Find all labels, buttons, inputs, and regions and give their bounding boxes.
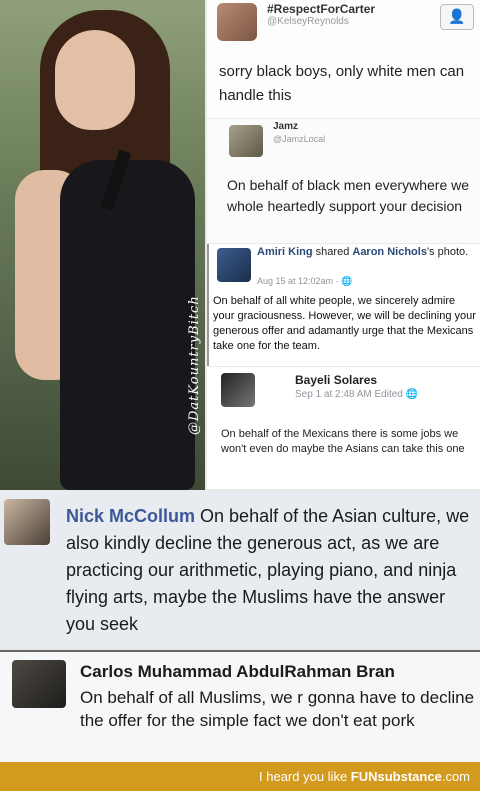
- post-action-text: shared: [312, 246, 353, 258]
- follow-person-icon: 👤: [448, 8, 466, 24]
- avatar[interactable]: [229, 125, 263, 157]
- timestamp-text: Aug 15 at 12:02am ·: [257, 276, 342, 286]
- tweet-author-handle[interactable]: @KelseyReynolds: [267, 16, 349, 27]
- photo-panel: @DatKountryBitch: [0, 0, 205, 490]
- fb-post-bayeli: Bayeli Solares Sep 1 at 2:48 AM Edited 🌐…: [207, 367, 480, 489]
- comment-text: On behalf of all Muslims, we r gonna hav…: [80, 688, 475, 730]
- post-text: On behalf of all white people, we sincer…: [213, 295, 476, 352]
- post-header: Amiri King shared Aaron Nichols's photo.: [257, 246, 477, 259]
- tweet-author-handle[interactable]: @JamzLocal: [273, 134, 325, 144]
- photo-face: [55, 30, 135, 130]
- avatar[interactable]: [4, 499, 50, 545]
- tweet-text: On behalf of black men everywhere we who…: [227, 177, 470, 214]
- tweet-author-name[interactable]: #RespectForCarter: [267, 2, 375, 16]
- post-author-link[interactable]: Bayeli Solares: [295, 373, 377, 387]
- post-timestamp[interactable]: Sep 1 at 2:48 AM Edited 🌐: [295, 389, 418, 400]
- fb-post-amiri: Amiri King shared Aaron Nichols's photo.…: [207, 244, 480, 366]
- footer-banner[interactable]: I heard you like FUNsubstance.com: [0, 762, 480, 791]
- footer-suffix: .com: [441, 769, 470, 784]
- tweet-text: sorry black boys, only white men can han…: [219, 63, 465, 104]
- globe-icon: 🌐: [405, 389, 419, 400]
- footer-prefix: I heard you like: [259, 769, 351, 784]
- shared-from-link[interactable]: Aaron Nichols: [352, 246, 427, 258]
- comment-nick: Nick McCollum On behalf of the Asian cul…: [0, 491, 480, 649]
- follow-button[interactable]: 👤: [440, 4, 474, 30]
- tweet-author-name[interactable]: Jamz: [273, 121, 298, 132]
- avatar[interactable]: [12, 660, 66, 708]
- tweet-jamz: Jamz @JamzLocal On behalf of black men e…: [207, 119, 480, 243]
- globe-icon: 🌐: [341, 276, 353, 286]
- comment-body: Nick McCollum On behalf of the Asian cul…: [66, 503, 476, 638]
- tweet-kelsey: #RespectForCarter @KelseyReynolds 👤 sorr…: [207, 0, 480, 118]
- comment-carlos: Carlos Muhammad AbdulRahman Bran On beha…: [0, 650, 480, 762]
- post-text: On behalf of the Mexicans there is some …: [221, 428, 465, 455]
- post-timestamp[interactable]: Aug 15 at 12:02am · 🌐: [257, 276, 352, 287]
- post-action-suffix: 's photo.: [426, 246, 469, 258]
- post-author-link[interactable]: Amiri King: [257, 246, 313, 258]
- comment-author-link[interactable]: Carlos Muhammad AbdulRahman Bran: [80, 662, 395, 682]
- timestamp-text: Sep 1 at 2:48 AM Edited: [295, 389, 403, 400]
- avatar[interactable]: [221, 373, 255, 407]
- watermark-text: @DatKountryBitch: [187, 295, 202, 435]
- comment-author-link[interactable]: Nick McCollum: [66, 506, 195, 526]
- footer-brand: FUNsubstance: [350, 769, 442, 784]
- avatar[interactable]: [217, 3, 257, 41]
- avatar[interactable]: [217, 248, 251, 282]
- photo-body: [60, 160, 195, 490]
